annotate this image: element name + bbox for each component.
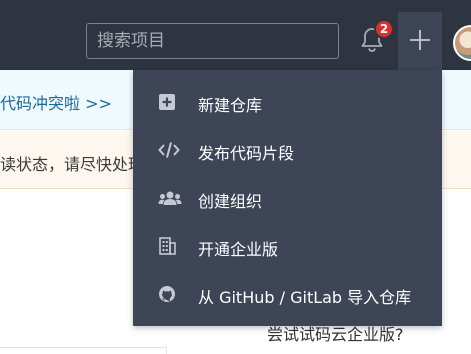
menu-item-label: 新建仓库	[198, 96, 263, 115]
warning-text: 读状态，请尽快处理	[0, 155, 145, 174]
users-icon	[158, 189, 182, 209]
plus-icon	[410, 30, 430, 50]
menu-item-label: 发布代码片段	[198, 144, 295, 163]
panel-border-vertical	[166, 347, 167, 354]
create-new-button[interactable]	[398, 12, 442, 70]
menu-item-import-repo[interactable]: 从 GitHub / GitLab 导入仓库	[133, 271, 442, 319]
menu-item-label: 创建组织	[198, 192, 263, 211]
github-icon	[158, 285, 180, 305]
code-icon	[158, 141, 180, 161]
search-input[interactable]	[86, 23, 339, 59]
menu-item-label: 从 GitHub / GitLab 导入仓库	[198, 288, 412, 307]
create-dropdown-menu: 新建仓库 发布代码片段 创建组织 开通企业版 从 GitHub / GitLab…	[133, 70, 442, 326]
menu-item-new-repo[interactable]: 新建仓库	[133, 79, 442, 127]
building-icon	[158, 237, 180, 257]
plus-square-icon	[158, 93, 180, 113]
menu-item-create-org[interactable]: 创建组织	[133, 175, 442, 223]
panel-border	[0, 347, 167, 348]
notice-link[interactable]: 代码冲突啦 >>	[0, 90, 112, 114]
menu-item-enterprise[interactable]: 开通企业版	[133, 223, 442, 271]
notification-badge: 2	[374, 19, 394, 39]
menu-item-label: 开通企业版	[198, 240, 279, 259]
menu-item-publish-snippet[interactable]: 发布代码片段	[133, 127, 442, 175]
